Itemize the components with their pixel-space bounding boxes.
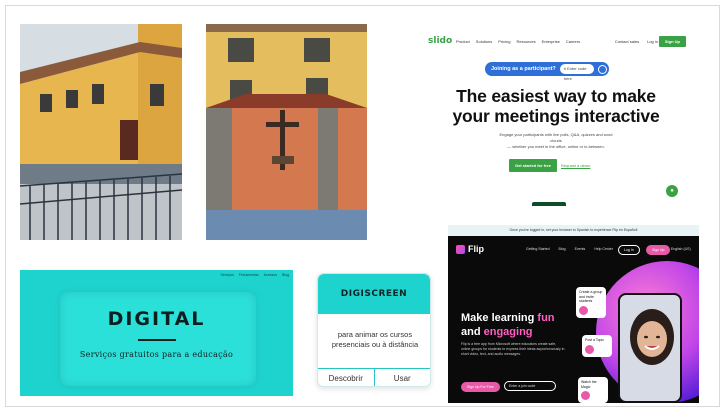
plus-icon xyxy=(585,344,594,354)
slido-headline: The easiest way to make your meetings in… xyxy=(452,86,660,126)
digiscreen-actions: Descobrir Usar xyxy=(318,368,431,386)
slido-nav-item[interactable]: Careers xyxy=(566,39,580,44)
slido-signup-button[interactable]: Sign Up xyxy=(658,36,686,47)
slido-nav: slido Product Solutions Pricing Resource… xyxy=(424,36,688,50)
slido-homepage: slido Product Solutions Pricing Resource… xyxy=(424,30,688,206)
flip-step-post-topic: Post a Topic xyxy=(582,335,612,357)
flip-nav-item[interactable]: Help Center xyxy=(594,247,613,251)
flip-headline: Make learning fun and engaging xyxy=(461,312,555,338)
digiscreen-title: DIGISCREEN xyxy=(318,274,430,314)
flip-nav: Flip Getting Started Blog Events Help Ce… xyxy=(448,242,699,256)
slido-login[interactable]: Log in xyxy=(647,39,658,44)
digital-nav-item[interactable]: Ferramentas xyxy=(239,273,259,277)
slido-request-demo-link[interactable]: Request a demo xyxy=(561,163,590,168)
slido-nav-item[interactable]: Product xyxy=(456,39,470,44)
digital-banner: Serviços Ferramentas Acessos Blog DIGITA… xyxy=(20,270,293,396)
flip-homepage: Once you've logged in, set your browser … xyxy=(448,225,699,403)
digital-title: DIGITAL xyxy=(107,308,206,330)
digiscreen-card: DIGISCREEN para animar os cursos presenc… xyxy=(317,273,431,387)
slido-code-input[interactable]: # Enter code here xyxy=(559,64,594,81)
slido-nav-item[interactable]: Resources xyxy=(517,39,536,44)
slido-preview-tab xyxy=(532,202,566,206)
flip-step-watch-magic: Watch the Magic xyxy=(578,377,608,403)
chat-icon[interactable]: ● xyxy=(666,185,678,197)
flip-logo[interactable]: Flip xyxy=(456,244,484,254)
flip-nav-item[interactable]: Blog xyxy=(559,247,566,251)
magic-icon xyxy=(581,391,590,400)
building-photo-2 xyxy=(206,24,367,240)
discover-button[interactable]: Descobrir xyxy=(318,369,374,386)
digital-nav-item[interactable]: Blog xyxy=(282,273,289,277)
slido-contact-sales[interactable]: Contact sales xyxy=(615,39,639,44)
digital-divider xyxy=(138,339,176,341)
digiscreen-description: para animar os cursos presenciais ou à d… xyxy=(331,330,419,349)
use-button[interactable]: Usar xyxy=(373,369,431,386)
flip-subtitle: Flip is a free app from Microsoft where … xyxy=(461,342,565,356)
flip-join-code-input[interactable]: Enter a join code xyxy=(504,381,556,391)
flip-step-create-group: Create a group and invite students xyxy=(576,287,606,318)
digital-nav-item[interactable]: Acessos xyxy=(264,273,277,277)
flip-language-banner: Once you've logged in, set your browser … xyxy=(448,225,699,236)
slido-logo[interactable]: slido xyxy=(428,36,452,46)
digital-nav-item[interactable]: Serviços xyxy=(220,273,233,277)
flip-signup-free-button[interactable]: Sign Up For Free xyxy=(461,382,500,392)
slido-nav-item[interactable]: Enterprise xyxy=(542,39,560,44)
slido-subtitle: Engage your participants with live polls… xyxy=(499,132,613,149)
arrow-right-icon[interactable] xyxy=(598,64,607,74)
flip-logo-icon xyxy=(456,244,465,254)
flip-phone-mockup xyxy=(618,293,682,403)
flip-nav-item[interactable]: Events xyxy=(575,247,586,251)
digital-subtitle: Serviços gratuitos para a educação xyxy=(79,350,234,359)
slido-join-label: Joining as a participant? xyxy=(491,66,556,72)
slido-get-started-button[interactable]: Get started for free xyxy=(509,159,558,172)
group-icon xyxy=(579,305,588,315)
digital-nav: Serviços Ferramentas Acessos Blog xyxy=(220,273,289,277)
flip-nav-item[interactable]: Getting Started xyxy=(526,247,550,251)
flip-signup-button[interactable]: Sign Up xyxy=(646,245,671,255)
flip-language-select[interactable]: English (US) xyxy=(671,247,691,251)
building-photo-1 xyxy=(20,24,182,240)
slido-nav-item[interactable]: Solutions xyxy=(476,39,492,44)
slido-join-bar: Joining as a participant? # Enter code h… xyxy=(485,62,609,81)
flip-login-button[interactable]: Log In xyxy=(618,245,640,255)
student-face-image xyxy=(630,309,674,365)
slido-nav-item[interactable]: Pricing xyxy=(498,39,510,44)
